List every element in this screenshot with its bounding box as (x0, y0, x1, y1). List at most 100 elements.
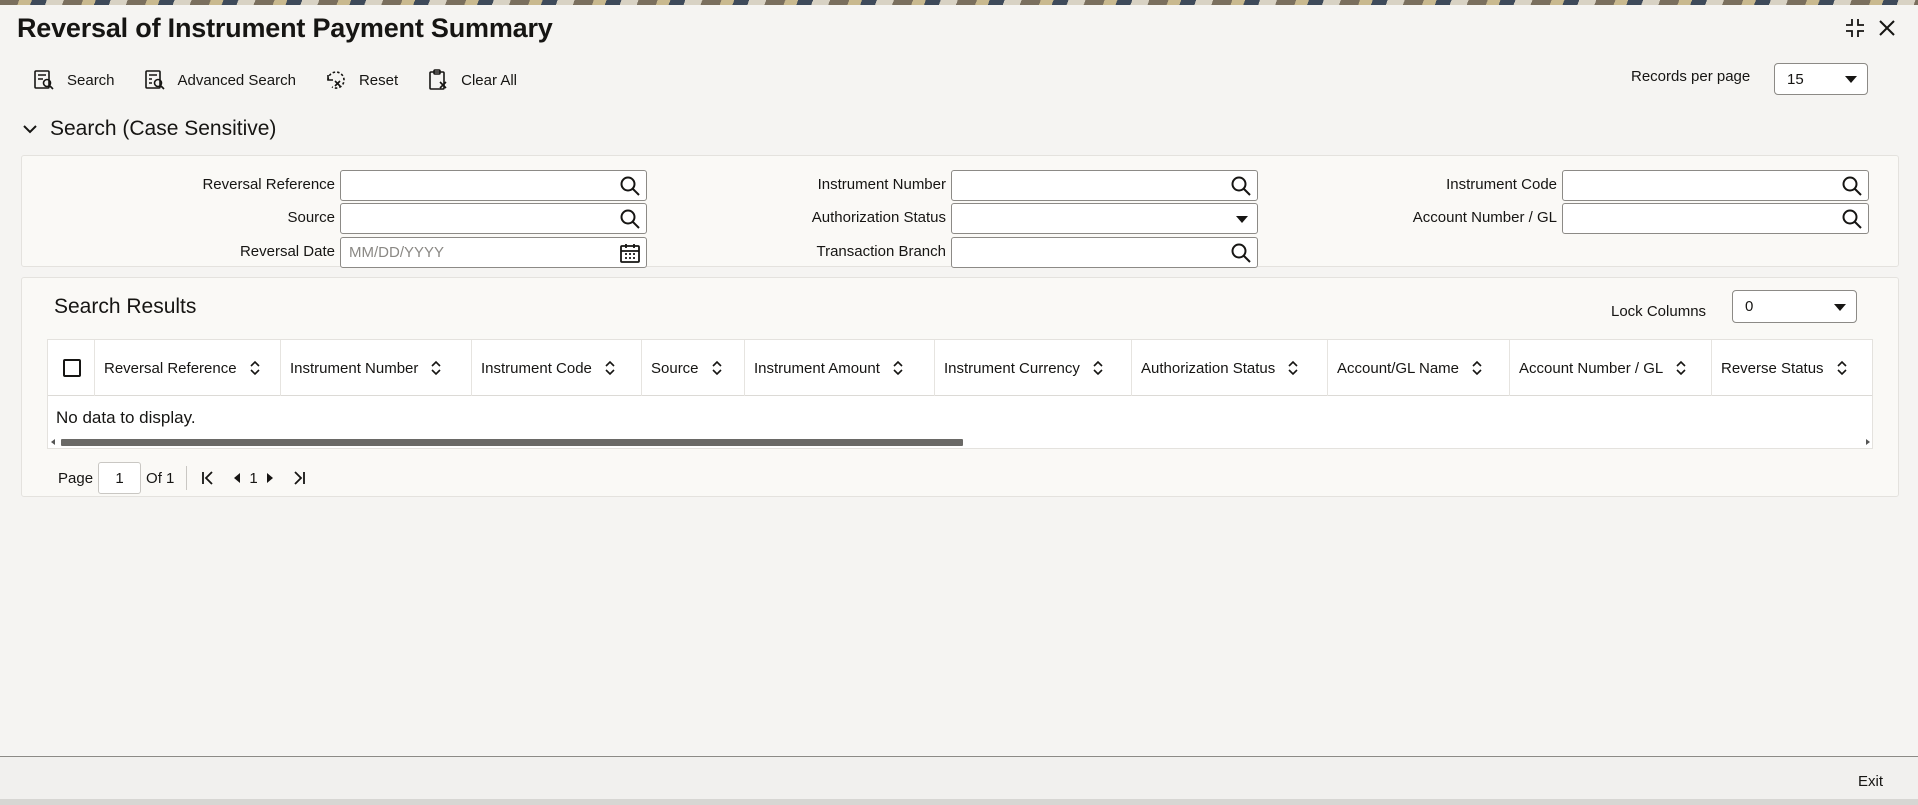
lock-columns-value: 0 (1745, 298, 1754, 315)
horizontal-scrollbar[interactable] (48, 436, 1872, 448)
search-icon[interactable] (1229, 241, 1253, 265)
reversal-reference-input[interactable] (340, 170, 647, 201)
chevron-down-icon (1834, 303, 1846, 311)
account-number-gl-label: Account Number / GL (1412, 209, 1557, 226)
clear-all-button-label: Clear All (461, 71, 517, 89)
page-of-label: Of 1 (146, 469, 175, 487)
select-all-cell (48, 340, 95, 396)
instrument-code-input[interactable] (1562, 170, 1869, 201)
page-label: Page (58, 469, 94, 487)
scrollbar-thumb[interactable] (61, 439, 963, 446)
clear-all-icon (429, 69, 447, 90)
sort-icon[interactable] (249, 360, 261, 376)
exit-button[interactable]: Exit (1858, 773, 1883, 790)
search-icon[interactable] (1840, 174, 1864, 198)
search-icon[interactable] (618, 207, 642, 231)
transaction-branch-input[interactable] (951, 237, 1258, 268)
scroll-left-icon[interactable] (51, 439, 55, 445)
clear-all-button[interactable]: Clear All (426, 68, 517, 92)
source-label: Source (287, 209, 335, 226)
scroll-right-icon[interactable] (1866, 439, 1870, 445)
instrument-code-label: Instrument Code (1446, 176, 1557, 193)
select-all-checkbox[interactable] (63, 359, 81, 377)
reversal-reference-label: Reversal Reference (202, 176, 335, 193)
column-header-instrument-amount[interactable]: Instrument Amount (745, 340, 935, 396)
column-header-label: Account/GL Name (1337, 359, 1459, 377)
reversal-date-placeholder: MM/DD/YYYY (349, 244, 445, 261)
sort-icon[interactable] (430, 360, 442, 376)
search-button-label: Search (67, 71, 115, 89)
sort-icon[interactable] (1287, 360, 1299, 376)
records-per-page-label: Records per page (1631, 68, 1751, 85)
column-header-instrument-code[interactable]: Instrument Code (472, 340, 642, 396)
chevron-down-icon (1845, 76, 1857, 83)
search-section-toggle[interactable]: Search (Case Sensitive) (22, 117, 276, 141)
column-header-account-gl-name[interactable]: Account/GL Name (1328, 340, 1510, 396)
next-page-icon[interactable] (264, 469, 276, 487)
advanced-search-icon (144, 70, 165, 90)
column-header-instrument-number[interactable]: Instrument Number (281, 340, 472, 396)
column-header-label: Authorization Status (1141, 359, 1276, 377)
page-title: Reversal of Instrument Payment Summary (17, 13, 553, 43)
column-header-label: Instrument Code (481, 359, 592, 377)
reset-button[interactable]: Reset (324, 68, 398, 92)
records-per-page-select[interactable]: 15 (1774, 63, 1868, 95)
instrument-number-input[interactable] (951, 170, 1258, 201)
reset-button-label: Reset (358, 71, 399, 89)
previous-page-icon[interactable] (231, 469, 243, 487)
minimize-icon[interactable] (1842, 15, 1868, 41)
column-header-account-number-gl[interactable]: Account Number / GL (1510, 340, 1712, 396)
sort-icon[interactable] (1675, 360, 1687, 376)
source-input[interactable] (340, 203, 647, 234)
sort-icon[interactable] (1092, 360, 1104, 376)
close-icon[interactable] (1874, 15, 1900, 41)
lock-columns-select[interactable]: 0 (1732, 290, 1857, 323)
sort-icon[interactable] (711, 360, 723, 376)
chevron-down-icon (23, 125, 37, 134)
search-icon[interactable] (1840, 207, 1864, 231)
account-number-gl-input[interactable] (1562, 203, 1869, 234)
column-header-label: Reverse Status (1721, 359, 1824, 377)
page-number-input[interactable]: 1 (98, 462, 142, 494)
column-header-instrument-currency[interactable]: Instrument Currency (935, 340, 1132, 396)
column-header-label: Reversal Reference (104, 359, 237, 377)
column-header-reverse-status[interactable]: Reverse Status (1712, 340, 1872, 396)
reversal-date-label: Reversal Date (239, 243, 335, 260)
reset-icon (327, 71, 345, 89)
advanced-search-button-label: Advanced Search (177, 71, 296, 89)
column-header-reversal-reference[interactable]: Reversal Reference (95, 340, 281, 396)
column-header-source[interactable]: Source (642, 340, 745, 396)
records-per-page-value: 15 (1787, 70, 1804, 88)
current-page[interactable]: 1 (249, 470, 257, 487)
column-header-label: Instrument Number (290, 359, 419, 377)
search-icon[interactable] (618, 174, 642, 198)
sort-icon[interactable] (1471, 360, 1483, 376)
grid-header: Reversal Reference Instrument Number Ins… (48, 340, 1872, 396)
column-header-label: Instrument Currency (944, 359, 1080, 377)
column-header-label: Source (651, 359, 699, 377)
toolbar: Search Advanced Search Reset Clear All (32, 65, 545, 95)
search-button[interactable]: Search (32, 68, 115, 92)
search-icon[interactable] (1229, 174, 1253, 198)
advanced-search-button[interactable]: Advanced Search (143, 68, 296, 92)
results-grid: Reversal Reference Instrument Number Ins… (47, 339, 1873, 449)
pagination: Page 1 Of 1 1 (58, 462, 308, 494)
footer-bottom-strip (0, 799, 1918, 805)
first-page-icon[interactable] (199, 469, 217, 487)
page-number-value: 1 (115, 469, 124, 487)
column-header-label: Instrument Amount (754, 359, 880, 377)
search-results-title: Search Results (54, 295, 197, 318)
last-page-icon[interactable] (290, 469, 308, 487)
calendar-icon[interactable] (618, 241, 642, 265)
chevron-down-icon (1236, 215, 1248, 223)
authorization-status-select[interactable] (951, 203, 1258, 234)
sort-icon[interactable] (1836, 360, 1848, 376)
sort-icon[interactable] (604, 360, 616, 376)
reversal-date-input[interactable]: MM/DD/YYYY (340, 237, 647, 268)
pager-divider (186, 466, 188, 490)
column-header-authorization-status[interactable]: Authorization Status (1132, 340, 1328, 396)
page-container: Reversal of Instrument Payment Summary S… (0, 5, 1918, 755)
footer-bar: Exit (0, 756, 1918, 805)
search-icon (34, 70, 54, 90)
sort-icon[interactable] (892, 360, 904, 376)
